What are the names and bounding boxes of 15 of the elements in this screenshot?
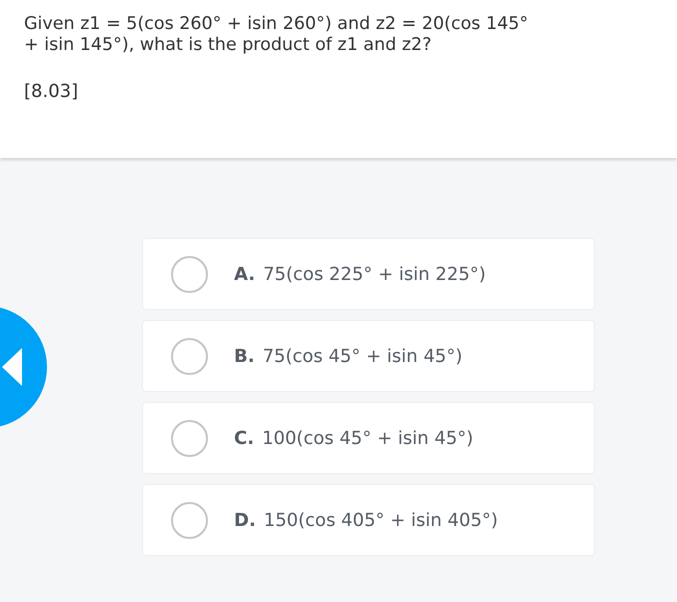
- option-text: C. 100(cos 45° + isin 45°): [234, 426, 474, 450]
- option-text: D. 150(cos 405° + isin 405°): [234, 508, 498, 532]
- answer-option[interactable]: C. 100(cos 45° + isin 45°): [142, 402, 595, 474]
- radio-button[interactable]: [171, 420, 208, 456]
- left-triangle-icon: [2, 348, 22, 386]
- question-text: Given z1 = 5(cos 260° + isin 260°) and z2 = 20(cos 145° + isin 145°), what is the product of z1 and z2?: [24, 14, 530, 56]
- option-text: B. 75(cos 45° + isin 45°): [234, 344, 462, 368]
- radio-button[interactable]: [171, 256, 208, 292]
- radio-button[interactable]: [171, 502, 208, 538]
- answer-option[interactable]: D. 150(cos 405° + isin 405°): [142, 484, 595, 556]
- answer-option[interactable]: A. 75(cos 225° + isin 225°): [142, 238, 595, 310]
- question-code: [8.03]: [24, 80, 80, 104]
- radio-button[interactable]: [171, 338, 208, 374]
- answer-option[interactable]: B. 75(cos 45° + isin 45°): [142, 320, 595, 392]
- option-text: A. 75(cos 225° + isin 225°): [234, 262, 486, 286]
